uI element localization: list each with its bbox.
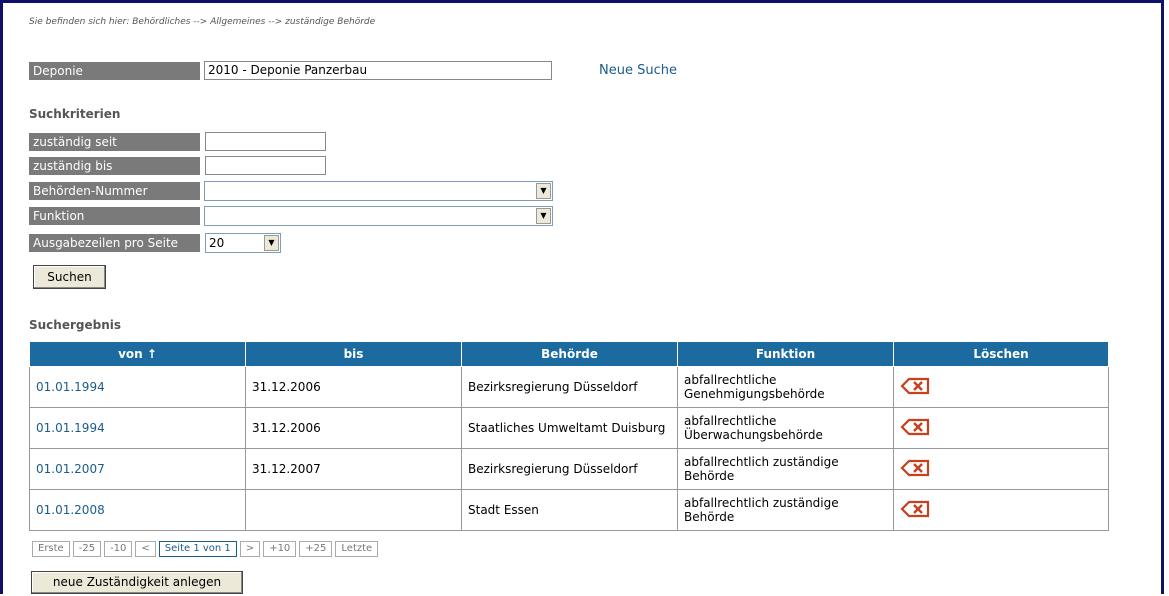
table-row: 01.01.1994 31.12.2006 Bezirksregierung D… xyxy=(29,366,1109,408)
pager-next[interactable]: > xyxy=(239,541,261,557)
behoerde-cell: Staatliches Umweltamt Duisburg xyxy=(461,407,678,449)
von-link[interactable]: 01.01.1994 xyxy=(36,421,105,435)
funktion-cell: abfallrechtliche Genehmigungsbehörde xyxy=(677,366,894,408)
table-row: 01.01.2008 Stadt Essen abfallrechtlich z… xyxy=(29,489,1109,531)
delete-icon[interactable] xyxy=(900,418,930,436)
pager-current: Seite 1 von 1 xyxy=(158,541,237,557)
column-header-funktion: Funktion xyxy=(677,341,894,367)
behoerde-cell: Bezirksregierung Düsseldorf xyxy=(461,448,678,490)
delete-icon[interactable] xyxy=(900,459,930,477)
deponie-field[interactable]: 2010 - Deponie Panzerbau xyxy=(204,61,552,80)
bis-cell: 31.12.2006 xyxy=(245,366,462,408)
table-row: 01.01.1994 31.12.2006 Staatliches Umwelt… xyxy=(29,407,1109,449)
deponie-label: Deponie xyxy=(29,62,200,80)
suchkriterien-heading: Suchkriterien xyxy=(29,107,121,121)
pager-first[interactable]: Erste xyxy=(32,541,70,557)
neue-suche-link[interactable]: Neue Suche xyxy=(599,63,677,78)
table-header-row: von ↑ bis Behörde Funktion Löschen xyxy=(29,341,1109,367)
column-header-von[interactable]: von ↑ xyxy=(29,341,246,367)
zustaendig-bis-input[interactable] xyxy=(205,156,326,175)
table-row: 01.01.2007 31.12.2007 Bezirksregierung D… xyxy=(29,448,1109,490)
column-header-loeschen: Löschen xyxy=(893,341,1109,367)
ausgabezeilen-label: Ausgabezeilen pro Seite xyxy=(29,234,200,252)
zustaendig-seit-input[interactable] xyxy=(205,132,326,151)
neue-zustaendigkeit-button[interactable]: neue Zuständigkeit anlegen xyxy=(31,571,243,594)
von-link[interactable]: 01.01.1994 xyxy=(36,380,105,394)
loeschen-cell xyxy=(893,366,1109,408)
results-table: von ↑ bis Behörde Funktion Löschen 01.01… xyxy=(29,341,1109,531)
funktion-select[interactable]: ▼ xyxy=(204,206,553,226)
funktion-cell: abfallrechtlich zuständige Behörde xyxy=(677,448,894,490)
delete-icon[interactable] xyxy=(900,377,930,395)
pager-plus-10[interactable]: +10 xyxy=(263,541,297,557)
delete-icon[interactable] xyxy=(900,500,930,518)
funktion-cell: abfallrechtlich zuständige Behörde xyxy=(677,489,894,531)
pager: Erste -25 -10 < Seite 1 von 1 > +10 +25 … xyxy=(32,541,379,557)
behoerden-nummer-label: Behörden-Nummer xyxy=(29,182,200,200)
funktion-label: Funktion xyxy=(29,207,200,225)
bis-cell: 31.12.2007 xyxy=(245,448,462,490)
chevron-down-icon[interactable]: ▼ xyxy=(536,183,551,199)
bis-cell xyxy=(245,489,462,531)
von-link[interactable]: 01.01.2007 xyxy=(36,462,105,476)
column-header-bis: bis xyxy=(245,341,462,367)
pager-minus-25[interactable]: -25 xyxy=(72,541,102,557)
zustaendig-seit-label: zuständig seit xyxy=(29,133,200,151)
suchergebnis-heading: Suchergebnis xyxy=(29,318,122,332)
ausgabezeilen-value: 20 xyxy=(209,236,225,250)
pager-minus-10[interactable]: -10 xyxy=(104,541,133,557)
loeschen-cell xyxy=(893,489,1109,531)
pager-plus-25[interactable]: +25 xyxy=(299,541,333,557)
zustaendig-bis-label: zuständig bis xyxy=(29,157,200,175)
loeschen-cell xyxy=(893,407,1109,449)
pager-prev[interactable]: < xyxy=(135,541,156,557)
ausgabezeilen-select[interactable]: 20 ▼ xyxy=(205,233,281,253)
chevron-down-icon[interactable]: ▼ xyxy=(264,235,279,251)
pager-last[interactable]: Letzte xyxy=(335,541,379,557)
behoerden-nummer-select[interactable]: ▼ xyxy=(204,181,553,201)
behoerde-cell: Stadt Essen xyxy=(461,489,678,531)
column-header-behoerde: Behörde xyxy=(461,341,678,367)
loeschen-cell xyxy=(893,448,1109,490)
funktion-cell: abfallrechtliche Überwachungsbehörde xyxy=(677,407,894,449)
bis-cell: 31.12.2006 xyxy=(245,407,462,449)
chevron-down-icon[interactable]: ▼ xyxy=(536,208,551,224)
behoerde-cell: Bezirksregierung Düsseldorf xyxy=(461,366,678,408)
suchen-button[interactable]: Suchen xyxy=(33,265,106,289)
breadcrumb: Sie befinden sich hier: Behördliches -->… xyxy=(29,17,376,27)
von-link[interactable]: 01.01.2008 xyxy=(36,503,105,517)
